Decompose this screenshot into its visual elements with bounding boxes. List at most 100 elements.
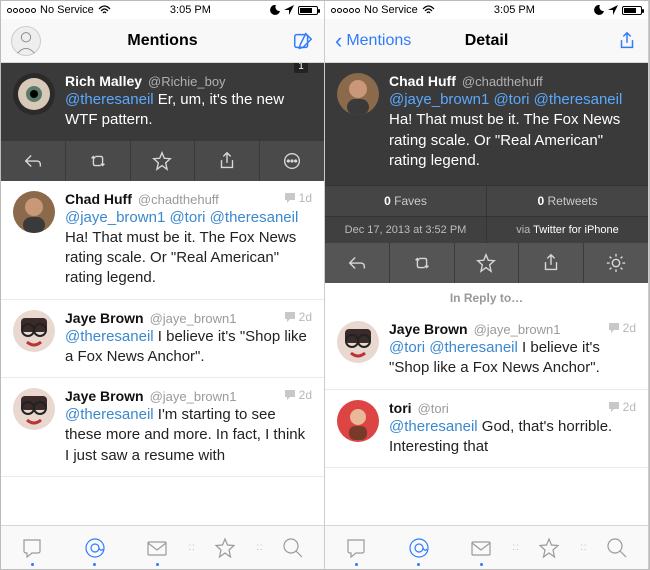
- tweet-author-name: Chad Huff: [389, 73, 456, 89]
- reply-count-icon: [284, 389, 296, 401]
- share-button[interactable]: [519, 243, 584, 283]
- tweet-author-handle: @jaye_brown1: [150, 311, 237, 326]
- tweet-author-handle: @chadthehuff: [462, 74, 543, 89]
- compose-button[interactable]: [292, 30, 314, 52]
- tab-mentions[interactable]: [63, 536, 125, 560]
- back-label: Mentions: [346, 32, 411, 50]
- detail-tweet: Chad Huff @chadthehuff @jaye_brown1 @tor…: [325, 63, 648, 185]
- tweet-source[interactable]: via Twitter for iPhone: [487, 217, 648, 243]
- tweet-meta: 2d: [284, 310, 312, 324]
- reply-count-icon: [608, 401, 620, 413]
- tweet-author-handle: @chadthehuff: [138, 192, 219, 207]
- profile-avatar-button[interactable]: [11, 26, 41, 56]
- clock-label: 3:05 PM: [435, 4, 594, 16]
- tweet-author-name: tori: [389, 400, 412, 416]
- tab-favorites[interactable]: [194, 536, 256, 560]
- carrier-label: No Service: [364, 4, 418, 16]
- in-reply-to-label: In Reply to…: [325, 283, 648, 311]
- tweet-action-row: [1, 141, 324, 181]
- favorite-button[interactable]: [455, 243, 520, 283]
- avatar: [337, 400, 379, 442]
- reply-button[interactable]: [1, 141, 66, 181]
- tweet-text: @jaye_brown1 @tori @theresaneil Ha! That…: [389, 90, 636, 171]
- tweet-row[interactable]: Jaye Brown @jaye_brown1 2d @theresaneil …: [1, 300, 324, 379]
- signal-dots-icon: [7, 8, 36, 13]
- moon-icon: [270, 5, 280, 15]
- tab-search[interactable]: [586, 536, 648, 560]
- tweet-text: @theresaneil God, that's horrible. Inter…: [389, 417, 636, 458]
- tab-bar: : : : :: [1, 525, 324, 569]
- tab-messages[interactable]: [126, 536, 188, 560]
- retweet-button[interactable]: [390, 243, 455, 283]
- favorite-button[interactable]: [131, 141, 196, 181]
- share-button[interactable]: [195, 141, 260, 181]
- tab-messages[interactable]: [450, 536, 512, 560]
- reply-button[interactable]: [325, 243, 390, 283]
- avatar: [13, 73, 55, 115]
- tweet-text: @tori @theresaneil I believe it's "Shop …: [389, 338, 636, 379]
- tab-bar: : : : :: [325, 525, 648, 569]
- signal-dots-icon: [331, 8, 360, 13]
- tweet-author-handle: @jaye_brown1: [150, 389, 237, 404]
- retweets-count[interactable]: 0 Retweets: [487, 186, 648, 216]
- share-button[interactable]: [616, 30, 638, 52]
- moon-icon: [594, 5, 604, 15]
- back-button[interactable]: ‹ Mentions: [335, 30, 411, 52]
- wifi-icon: [422, 5, 435, 15]
- tweet-author-name: Jaye Brown: [65, 388, 144, 404]
- tweet-meta: 2d: [608, 400, 636, 414]
- faves-count[interactable]: 0 Faves: [325, 186, 487, 216]
- location-icon: [608, 5, 618, 15]
- avatar: [13, 310, 55, 352]
- battery-icon: [622, 6, 642, 15]
- tweet-author-name: Rich Malley: [65, 73, 142, 89]
- carrier-label: No Service: [40, 4, 94, 16]
- nav-bar: Mentions: [1, 19, 324, 63]
- tab-mentions[interactable]: [387, 536, 449, 560]
- unread-badge: 1: [294, 63, 308, 73]
- tweet-row[interactable]: tori @tori 2d @theresaneil God, that's h…: [325, 390, 648, 469]
- more-button[interactable]: [260, 141, 324, 181]
- battery-icon: [298, 6, 318, 15]
- tweet-row[interactable]: Jaye Brown @jaye_brown1 2d @tori @theres…: [325, 311, 648, 390]
- avatar: [337, 321, 379, 363]
- tweet-text: @jaye_brown1 @tori @theresaneil Ha! That…: [65, 208, 312, 289]
- tweet-action-row: [325, 243, 648, 283]
- reply-count-icon: [284, 192, 296, 204]
- tweet-row[interactable]: Jaye Brown @jaye_brown1 2d @theresaneil …: [1, 378, 324, 477]
- phone-detail: No Service 3:05 PM ‹ Mentions Detail Cha…: [325, 1, 649, 569]
- mentions-list[interactable]: 1 Rich Malley @Richie_boy @theresaneil E…: [1, 63, 324, 525]
- tab-timeline[interactable]: [325, 536, 387, 560]
- status-bar: No Service 3:05 PM: [1, 1, 324, 19]
- tweet-author-handle: @tori: [418, 401, 449, 416]
- avatar: [13, 191, 55, 233]
- tweet-timestamp-row: Dec 17, 2013 at 3:52 PM via Twitter for …: [325, 216, 648, 243]
- nav-bar: ‹ Mentions Detail: [325, 19, 648, 63]
- tweet-row[interactable]: Chad Huff @chadthehuff 1d @jaye_brown1 @…: [1, 181, 324, 300]
- tweet-author-name: Jaye Brown: [65, 310, 144, 326]
- featured-tweet[interactable]: Rich Malley @Richie_boy @theresaneil Er,…: [1, 63, 324, 141]
- reply-count-icon: [284, 311, 296, 323]
- chevron-left-icon: ‹: [335, 30, 342, 52]
- tweet-timestamp: Dec 17, 2013 at 3:52 PM: [325, 217, 487, 243]
- tweet-text: @theresaneil Er, um, it's the new WTF pa…: [65, 90, 312, 131]
- retweet-button[interactable]: [66, 141, 131, 181]
- reply-count-icon: [608, 322, 620, 334]
- settings-button[interactable]: [584, 243, 648, 283]
- tab-search[interactable]: [262, 536, 324, 560]
- wifi-icon: [98, 5, 111, 15]
- tweet-stats-row: 0 Faves 0 Retweets: [325, 185, 648, 216]
- tweet-meta: 2d: [608, 321, 636, 335]
- tab-timeline[interactable]: [1, 536, 63, 560]
- avatar: [13, 388, 55, 430]
- tab-favorites[interactable]: [518, 536, 580, 560]
- tweet-author-name: Jaye Brown: [389, 321, 468, 337]
- clock-label: 3:05 PM: [111, 4, 270, 16]
- detail-content[interactable]: Chad Huff @chadthehuff @jaye_brown1 @tor…: [325, 63, 648, 525]
- page-title: Mentions: [1, 32, 324, 50]
- location-icon: [284, 5, 294, 15]
- tweet-author-name: Chad Huff: [65, 191, 132, 207]
- tweet-author-handle: @Richie_boy: [148, 74, 226, 89]
- phone-mentions: No Service 3:05 PM Mentions 1: [1, 1, 325, 569]
- tweet-text: @theresaneil I believe it's "Shop like a…: [65, 327, 312, 368]
